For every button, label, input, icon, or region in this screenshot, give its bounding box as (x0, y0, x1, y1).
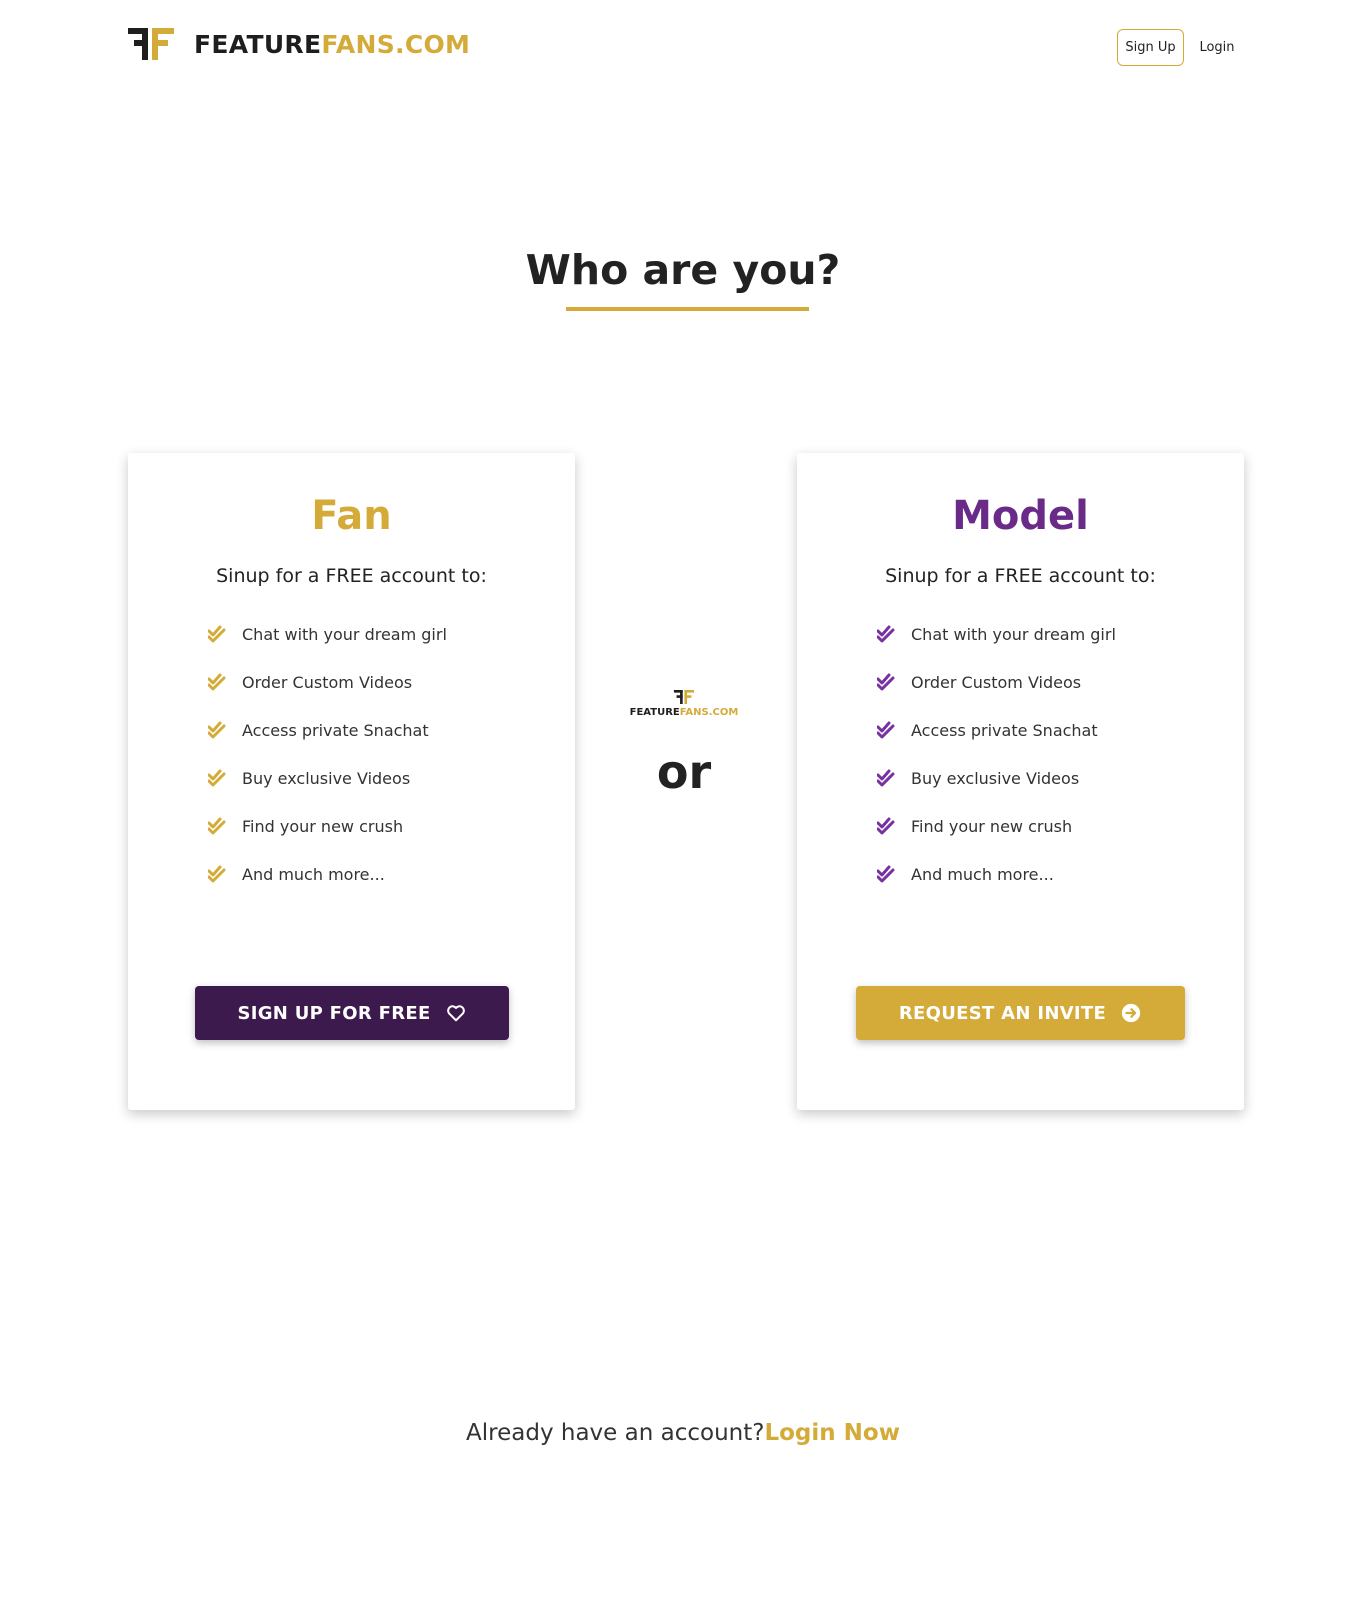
double-check-icon (208, 769, 226, 787)
signup-for-free-label: SIGN UP FOR FREE (237, 1002, 431, 1024)
feature-text: Find your new crush (911, 816, 1073, 836)
list-item: Chat with your dream girl (208, 610, 447, 658)
feature-text: Buy exclusive Videos (911, 768, 1080, 788)
double-check-icon (877, 625, 895, 643)
arrow-circle-right-icon (1121, 1003, 1141, 1023)
double-check-icon (208, 817, 226, 835)
signup-for-free-button[interactable]: SIGN UP FOR FREE (195, 986, 509, 1040)
double-check-icon (877, 817, 895, 835)
logo-text-fans: FANS.COM (321, 29, 471, 59)
model-feature-list: Chat with your dream girl Order Custom V… (877, 610, 1116, 898)
center-logo-wordmark: FEATUREFANS.COM (628, 707, 740, 718)
feature-text: Order Custom Videos (911, 672, 1082, 692)
center-logo-text-feature: FEATURE (629, 707, 680, 718)
list-item: Find your new crush (877, 802, 1116, 850)
request-invite-label: REQUEST AN INVITE (898, 1002, 1107, 1024)
list-item: Order Custom Videos (208, 658, 447, 706)
center-logo-text-fans: FANS.COM (679, 707, 739, 718)
list-item: Chat with your dream girl (877, 610, 1116, 658)
heart-icon (446, 1005, 465, 1022)
request-invite-button[interactable]: REQUEST AN INVITE (856, 986, 1185, 1040)
fan-card: Fan Sinup for a FREE account to: Chat wi… (128, 453, 575, 1110)
login-prompt-text: Already have an account? (466, 1420, 765, 1446)
site-logo[interactable]: FEATUREFANS.COM (128, 28, 470, 60)
title-underline (566, 307, 809, 311)
feature-text: And much more... (242, 864, 385, 884)
login-prompt: Already have an account?Login Now (0, 1420, 1366, 1446)
list-item: And much more... (877, 850, 1116, 898)
list-item: And much more... (208, 850, 447, 898)
fan-feature-list: Chat with your dream girl Order Custom V… (208, 610, 447, 898)
double-check-icon (877, 865, 895, 883)
logo-mark-icon (673, 690, 695, 704)
feature-text: Order Custom Videos (242, 672, 413, 692)
double-check-icon (877, 673, 895, 691)
double-check-icon (208, 625, 226, 643)
double-check-icon (208, 673, 226, 691)
double-check-icon (877, 769, 895, 787)
fan-card-title: Fan (311, 493, 392, 539)
page-title: Who are you? (525, 246, 841, 294)
logo-text-feature: FEATURE (194, 29, 322, 59)
list-item: Order Custom Videos (877, 658, 1116, 706)
model-card-title: Model (952, 493, 1089, 539)
center-logo: FEATUREFANS.COM (628, 690, 740, 718)
feature-text: Chat with your dream girl (911, 624, 1116, 644)
logo-wordmark: FEATUREFANS.COM (194, 30, 470, 59)
logo-mark-icon (128, 28, 174, 60)
fan-card-subtitle: Sinup for a FREE account to: (216, 565, 487, 587)
header-signup-button[interactable]: Sign Up (1117, 29, 1184, 66)
feature-text: Access private Snachat (911, 720, 1098, 740)
or-divider-text: or (656, 745, 712, 799)
feature-text: Find your new crush (242, 816, 404, 836)
double-check-icon (208, 865, 226, 883)
feature-text: And much more... (911, 864, 1054, 884)
list-item: Buy exclusive Videos (208, 754, 447, 802)
list-item: Find your new crush (208, 802, 447, 850)
model-card: Model Sinup for a FREE account to: Chat … (797, 453, 1244, 1110)
feature-text: Access private Snachat (242, 720, 429, 740)
header-login-button[interactable]: Login (1192, 36, 1242, 58)
site-header: FEATUREFANS.COM Sign Up Login (0, 0, 1366, 92)
login-now-link[interactable]: Login Now (764, 1420, 899, 1446)
double-check-icon (208, 721, 226, 739)
list-item: Access private Snachat (208, 706, 447, 754)
list-item: Access private Snachat (877, 706, 1116, 754)
list-item: Buy exclusive Videos (877, 754, 1116, 802)
feature-text: Chat with your dream girl (242, 624, 447, 644)
double-check-icon (877, 721, 895, 739)
feature-text: Buy exclusive Videos (242, 768, 411, 788)
model-card-subtitle: Sinup for a FREE account to: (885, 565, 1156, 587)
